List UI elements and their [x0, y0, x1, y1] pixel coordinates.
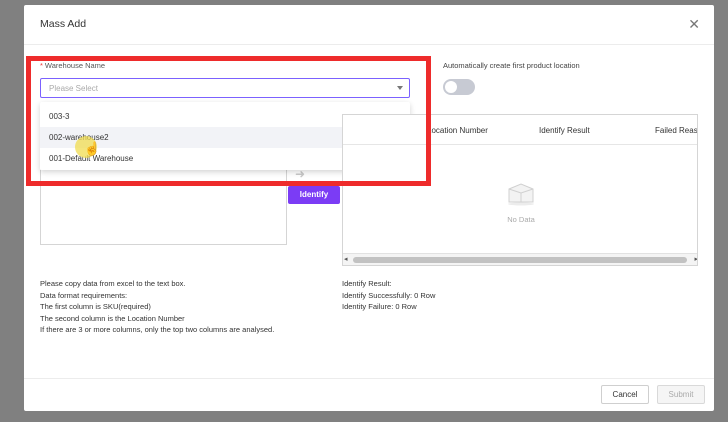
empty-box-icon: [508, 183, 534, 206]
instruction-line: If there are 3 or more columns, only the…: [40, 325, 275, 334]
identify-summary: Identify Result: Identify Successfully: …: [342, 278, 592, 313]
identify-success-count: Identify Successfully: 0 Row: [342, 290, 436, 300]
format-instructions: Please copy data from excel to the text …: [40, 278, 320, 336]
scrollbar-thumb[interactable]: [353, 257, 687, 263]
auto-create-label: Automatically create first product locat…: [443, 61, 580, 70]
scroll-right-icon[interactable]: ▸: [694, 255, 697, 263]
submit-button[interactable]: Submit: [657, 385, 705, 404]
empty-text: No Data: [507, 215, 535, 224]
instruction-line: Please copy data from excel to the text …: [40, 279, 186, 288]
cancel-button[interactable]: Cancel: [601, 385, 649, 404]
auto-create-toggle[interactable]: [443, 79, 475, 95]
hand-pointer-icon: ☝: [84, 141, 101, 156]
instruction-line: Data format requirements:: [40, 290, 128, 300]
highlight-annotation: [26, 56, 431, 186]
dialog-title: Mass Add: [40, 18, 87, 30]
column-header: Identify Result: [539, 126, 590, 135]
instruction-line: The first column is SKU(required): [40, 302, 151, 311]
identify-summary-title: Identify Result:: [342, 279, 392, 288]
dialog-header: Mass Add ✕: [24, 5, 714, 45]
close-icon[interactable]: ✕: [688, 17, 700, 31]
toggle-knob: [445, 81, 457, 93]
identify-failure-count: Identity Failure: 0 Row: [342, 302, 417, 311]
identify-button[interactable]: Identify: [288, 186, 340, 204]
dialog-footer: Cancel Submit: [24, 378, 714, 411]
column-header: Location Number: [427, 126, 488, 135]
instruction-line: The second column is the Location Number: [40, 313, 185, 323]
horizontal-scrollbar[interactable]: ◂ ▸: [343, 253, 697, 265]
column-header: Failed Reason: [655, 126, 698, 135]
scroll-left-icon[interactable]: ◂: [344, 255, 348, 263]
